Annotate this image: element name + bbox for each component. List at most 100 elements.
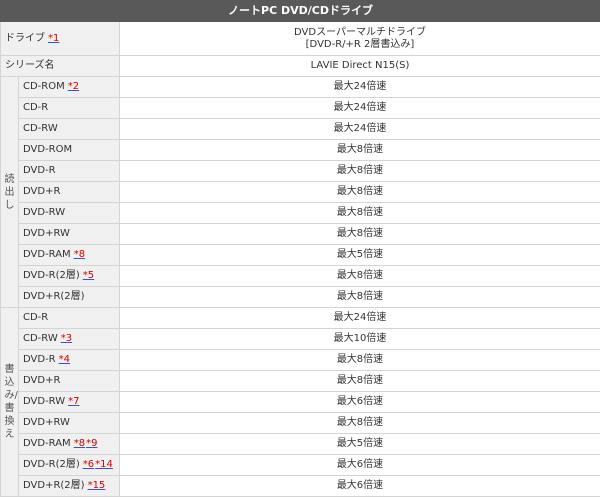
footnote-link[interactable]: *3 [61,333,72,344]
media-type-cell: DVD+R(2層) *15 [18,475,120,497]
media-type-cell: CD-RW *3 [18,328,120,350]
speed-value: 最大6倍速 [119,475,600,497]
write-row: DVD-RAM *8*9 最大5倍速 [1,433,600,455]
drive-spec-table: ノートPC DVD/CDドライブ ドライブ *1 DVDスーパーマルチドライブ [… [0,0,600,497]
footnote-link[interactable]: *9 [86,438,97,449]
drive-label: ドライブ [5,32,45,44]
media-type-cell: CD-R [18,307,120,329]
speed-value: 最大24倍速 [119,97,600,119]
write-row: DVD-R *4 最大8倍速 [1,349,600,371]
speed-value: 最大8倍速 [119,139,600,161]
media-type-cell: DVD+R [18,181,120,203]
write-row: CD-RW *3 最大10倍速 [1,328,600,350]
media-type-label: DVD+RW [23,228,70,239]
drive-note-link[interactable]: *1 [48,33,59,44]
write-row: DVD-R(2層) *6*14 最大6倍速 [1,454,600,476]
media-type-label: CD-RW [23,333,58,344]
footnote-link[interactable]: *6 [83,459,94,470]
read-row: CD-RW 最大24倍速 [1,118,600,140]
media-type-label: DVD-ROM [23,144,73,155]
speed-value: 最大8倍速 [119,370,600,392]
write-row: 書込み/書換え CD-R 最大24倍速 [0,307,600,497]
media-type-label: CD-R [23,102,49,113]
write-group-label-text: 書込み/書換え [4,364,18,440]
drive-value-cell: DVDスーパーマルチドライブ [DVD-R/+R 2層書込み] [119,21,600,56]
footnote-link[interactable]: *8 [74,249,85,260]
write-row: DVD-RW *7 最大6倍速 [1,391,600,413]
drive-row: ドライブ *1 DVDスーパーマルチドライブ [DVD-R/+R 2層書込み] [0,21,600,56]
media-type-cell: DVD+RW [18,412,120,434]
series-label: シリーズ名 [0,55,120,77]
media-type-cell: DVD+R(2層) [18,286,120,308]
read-group-label-text: 読出し [4,173,15,211]
media-type-cell: CD-ROM *2 [18,76,120,98]
media-type-cell: CD-R [18,97,120,119]
media-type-label: DVD-RAM [23,249,71,260]
speed-value: 最大5倍速 [119,244,600,266]
drive-value-line1: DVDスーパーマルチドライブ [294,26,426,38]
footnote-link[interactable]: *15 [88,480,106,491]
speed-value: 最大6倍速 [119,454,600,476]
media-type-label: CD-ROM [23,81,65,92]
footnote-link[interactable]: *4 [59,354,70,365]
media-type-label: DVD-RAM [23,438,71,449]
media-type-cell: DVD-R(2層) *6*14 [18,454,120,476]
read-row: DVD+R 最大8倍速 [1,181,600,203]
speed-value: 最大10倍速 [119,328,600,350]
media-type-cell: DVD-RW [18,202,120,224]
speed-value: 最大8倍速 [119,181,600,203]
speed-value: 最大5倍速 [119,433,600,455]
write-group-label: 書込み/書換え [0,307,19,497]
series-value: LAVIE Direct N15(S) [119,55,600,77]
media-type-cell: DVD-RAM *8 [18,244,120,266]
speed-value: 最大8倍速 [119,160,600,182]
media-type-label: CD-RW [23,123,58,134]
speed-value: 最大8倍速 [119,349,600,371]
speed-value: 最大8倍速 [119,223,600,245]
table-title-row: ノートPC DVD/CDドライブ [0,0,600,22]
footnote-link[interactable]: *5 [83,270,94,281]
read-row: 読出し CD-ROM *2 最大24倍速 [0,76,600,308]
read-row: DVD-R 最大8倍速 [1,160,600,182]
media-type-cell: DVD+R [18,370,120,392]
read-row: DVD-ROM 最大8倍速 [1,139,600,161]
write-row: DVD+RW 最大8倍速 [1,412,600,434]
speed-value: 最大24倍速 [119,307,600,329]
media-type-label: DVD-R [23,165,56,176]
media-type-label: DVD-R(2層) [23,270,80,281]
footnote-link[interactable]: *14 [95,459,113,470]
media-type-cell: DVD-R *4 [18,349,120,371]
media-type-cell: DVD-R(2層) *5 [18,265,120,287]
media-type-label: DVD+R [23,375,61,386]
speed-value: 最大8倍速 [119,265,600,287]
media-type-label: DVD+RW [23,417,70,428]
media-type-cell: DVD-R [18,160,120,182]
write-row: DVD+R(2層) *15 最大6倍速 [1,475,600,497]
footnote-link[interactable]: *8 [74,438,85,449]
media-type-label: DVD+R(2層) [23,480,85,491]
footnote-link[interactable]: *7 [68,396,79,407]
read-row: DVD+RW 最大8倍速 [1,223,600,245]
read-row: CD-R 最大24倍速 [1,97,600,119]
media-type-label: DVD-R(2層) [23,459,80,470]
write-row: DVD+R 最大8倍速 [1,370,600,392]
series-row: シリーズ名 LAVIE Direct N15(S) [0,55,600,77]
table-title: ノートPC DVD/CDドライブ [0,0,600,22]
media-type-cell: DVD-RW *7 [18,391,120,413]
read-row: DVD+R(2層) 最大8倍速 [1,286,600,308]
read-row: DVD-R(2層) *5 最大8倍速 [1,265,600,287]
drive-value-line2: [DVD-R/+R 2層書込み] [305,38,415,50]
media-type-label: DVD-RW [23,396,66,407]
media-type-label: DVD+R [23,186,61,197]
speed-value: 最大8倍速 [119,286,600,308]
read-row: DVD-RW 最大8倍速 [1,202,600,224]
drive-label-cell: ドライブ *1 [0,21,120,56]
media-type-cell: DVD+RW [18,223,120,245]
media-type-cell: DVD-RAM *8*9 [18,433,120,455]
speed-value: 最大8倍速 [119,202,600,224]
media-type-label: DVD-RW [23,207,66,218]
footnote-link[interactable]: *2 [68,81,79,92]
media-type-cell: DVD-ROM [18,139,120,161]
speed-value: 最大8倍速 [119,412,600,434]
speed-value: 最大24倍速 [119,76,600,98]
